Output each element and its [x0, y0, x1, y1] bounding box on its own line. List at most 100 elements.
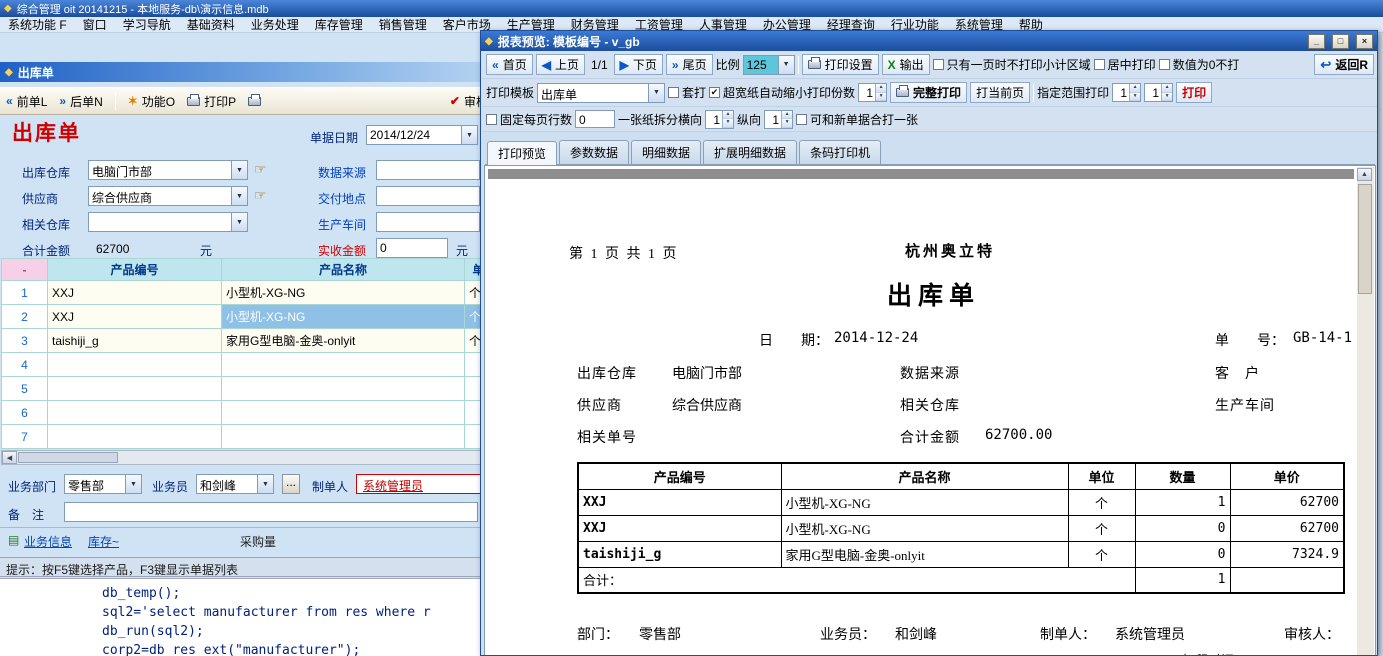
quick-print-button[interactable] [248, 97, 261, 106]
first-page-button[interactable]: «首页 [486, 54, 533, 75]
menu-business[interactable]: 业务处理 [243, 17, 307, 32]
date-combobox[interactable]: 2014/12/24 ▼ [366, 125, 478, 145]
dropdown-arrow-icon[interactable]: ▼ [778, 56, 794, 74]
chk-combine-print[interactable]: 可和新单据合打一张 [796, 111, 918, 128]
dropdown-arrow-icon[interactable]: ▼ [231, 213, 247, 231]
print-current-page-button[interactable]: 打当前页 [970, 82, 1030, 103]
scale-combobox[interactable]: 125 ▼ [743, 55, 795, 75]
maker-value-box[interactable]: 系统管理员 [356, 474, 486, 494]
tab-extended-detail-data[interactable]: 扩展明细数据 [703, 140, 797, 164]
menu-window[interactable]: 窗口 [75, 17, 115, 32]
warehouse-combobox[interactable]: 电脑门市部 ▼ [88, 160, 248, 180]
chk-overlay-print[interactable]: 套打 [668, 84, 706, 101]
split-horizontal-spinner[interactable]: 1▲▼ [705, 110, 734, 129]
cell-name[interactable] [222, 425, 465, 449]
grid-col-code[interactable]: 产品编号 [48, 259, 222, 281]
supplier-combobox[interactable]: 综合供应商 ▼ [88, 186, 248, 206]
clerk-combobox[interactable]: 和剑峰 ▼ [196, 474, 274, 494]
source-input[interactable] [376, 160, 480, 180]
checkbox-icon[interactable] [1094, 59, 1105, 70]
cell-code[interactable]: XXJ [48, 305, 222, 329]
spinner-buttons[interactable]: ▲▼ [1161, 84, 1172, 101]
prev-record-button[interactable]: «前单L [6, 93, 47, 110]
main-titlebar[interactable]: ◆ 综合管理 oit 20141215 - 本地服务-db\演示信息.mdb [0, 0, 1383, 17]
dropdown-arrow-icon[interactable]: ▼ [257, 475, 273, 493]
code-editor[interactable]: db_temp();sql2='select manufacturer from… [0, 578, 500, 656]
dropdown-arrow-icon[interactable]: ▼ [648, 84, 664, 102]
grid-col-name[interactable]: 产品名称 [222, 259, 465, 281]
dropdown-arrow-icon[interactable]: ▼ [231, 187, 247, 205]
row-number[interactable]: 2 [2, 305, 48, 329]
row-number[interactable]: 5 [2, 377, 48, 401]
tab-barcode-printer[interactable]: 条码打印机 [799, 140, 881, 164]
delivery-input[interactable] [376, 186, 480, 206]
tab-parameter-data[interactable]: 参数数据 [559, 140, 629, 164]
chk-fixed-rows[interactable]: 固定每页行数 [486, 111, 572, 128]
grid-col-rownum[interactable]: - [2, 259, 48, 281]
cell-name[interactable] [222, 401, 465, 425]
scrollbar-thumb[interactable] [18, 452, 118, 463]
checkbox-icon[interactable] [796, 114, 807, 125]
row-number[interactable]: 6 [2, 401, 48, 425]
spinner-buttons[interactable]: ▲▼ [875, 84, 886, 101]
full-print-button[interactable]: 完整打印 [890, 82, 967, 103]
preview-vertical-scrollbar[interactable]: ▲ [1357, 167, 1374, 656]
range-to-spinner[interactable]: 1▲▼ [1144, 83, 1173, 102]
last-page-button[interactable]: »尾页 [666, 54, 713, 75]
grid-horizontal-scrollbar[interactable]: ◀ ▶ [1, 450, 499, 465]
checkbox-icon[interactable] [486, 114, 497, 125]
template-combobox[interactable]: 出库单 ▼ [537, 83, 665, 103]
prev-page-button[interactable]: ◀上页 [536, 54, 585, 75]
minimize-button[interactable]: _ [1308, 34, 1325, 49]
child-window-titlebar[interactable]: ◆ 出库单 [0, 62, 500, 82]
cell-name[interactable] [222, 377, 465, 401]
close-button[interactable]: × [1356, 34, 1373, 49]
pointer-hand-icon[interactable]: ☞ [254, 161, 267, 178]
menu-learning[interactable]: 学习导航 [115, 17, 179, 32]
chk-auto-shrink[interactable]: 超宽纸自动缩小打印份数 [709, 84, 855, 101]
print-button[interactable]: 打印P [187, 93, 236, 110]
scrollbar-thumb[interactable] [1358, 184, 1372, 294]
business-info-link[interactable]: 业务信息 [24, 533, 72, 550]
dropdown-arrow-icon[interactable]: ▼ [231, 161, 247, 179]
print-button[interactable]: 打印 [1176, 82, 1212, 103]
export-button[interactable]: X输出 [882, 54, 930, 75]
cell-name[interactable] [222, 353, 465, 377]
checkbox-icon[interactable] [933, 59, 944, 70]
menu-basedata[interactable]: 基础资料 [179, 17, 243, 32]
related-warehouse-combobox[interactable]: ▼ [88, 212, 248, 232]
split-vertical-spinner[interactable]: 1▲▼ [764, 110, 793, 129]
cell-code[interactable] [48, 377, 222, 401]
dialog-titlebar[interactable]: ◆ 报表预览: 模板编号 - v_gb _ □ × [481, 31, 1377, 51]
stock-link[interactable]: 库存~ [88, 533, 119, 550]
cell-name-selected[interactable]: 小型机-XG-NG [222, 305, 465, 329]
checkbox-checked-icon[interactable] [709, 87, 720, 98]
cell-code[interactable]: taishiji_g [48, 329, 222, 353]
spinner-buttons[interactable]: ▲▼ [781, 111, 792, 128]
row-number[interactable]: 1 [2, 281, 48, 305]
cell-name[interactable]: 小型机-XG-NG [222, 281, 465, 305]
cell-code[interactable]: XXJ [48, 281, 222, 305]
copies-spinner[interactable]: 1▲▼ [858, 83, 887, 102]
pointer-hand-icon[interactable]: ☞ [254, 187, 267, 204]
spinner-buttons[interactable]: ▲▼ [722, 111, 733, 128]
next-record-button[interactable]: »后单N [59, 93, 102, 110]
range-from-spinner[interactable]: 1▲▼ [1112, 83, 1141, 102]
row-number[interactable]: 3 [2, 329, 48, 353]
spinner-buttons[interactable]: ▲▼ [1129, 84, 1140, 101]
chk-skip-subtotal[interactable]: 只有一页时不打印小计区域 [933, 56, 1091, 73]
row-number[interactable]: 4 [2, 353, 48, 377]
workshop-input[interactable] [376, 212, 480, 232]
checkbox-icon[interactable] [668, 87, 679, 98]
cell-code[interactable] [48, 425, 222, 449]
print-setup-button[interactable]: 打印设置 [802, 54, 879, 75]
tab-detail-data[interactable]: 明细数据 [631, 140, 701, 164]
tab-print-preview[interactable]: 打印预览 [487, 141, 557, 165]
scroll-left-icon[interactable]: ◀ [2, 451, 17, 464]
dropdown-arrow-icon[interactable]: ▼ [125, 475, 141, 493]
remark-input[interactable] [64, 502, 478, 522]
row-number[interactable]: 7 [2, 425, 48, 449]
chk-zero-noprint[interactable]: 数值为0不打 [1159, 56, 1240, 73]
product-grid[interactable]: - 产品编号 产品名称 单位 1 XXJ 小型机-XG-NG 个 2 XXJ 小… [1, 258, 500, 449]
cell-code[interactable] [48, 353, 222, 377]
